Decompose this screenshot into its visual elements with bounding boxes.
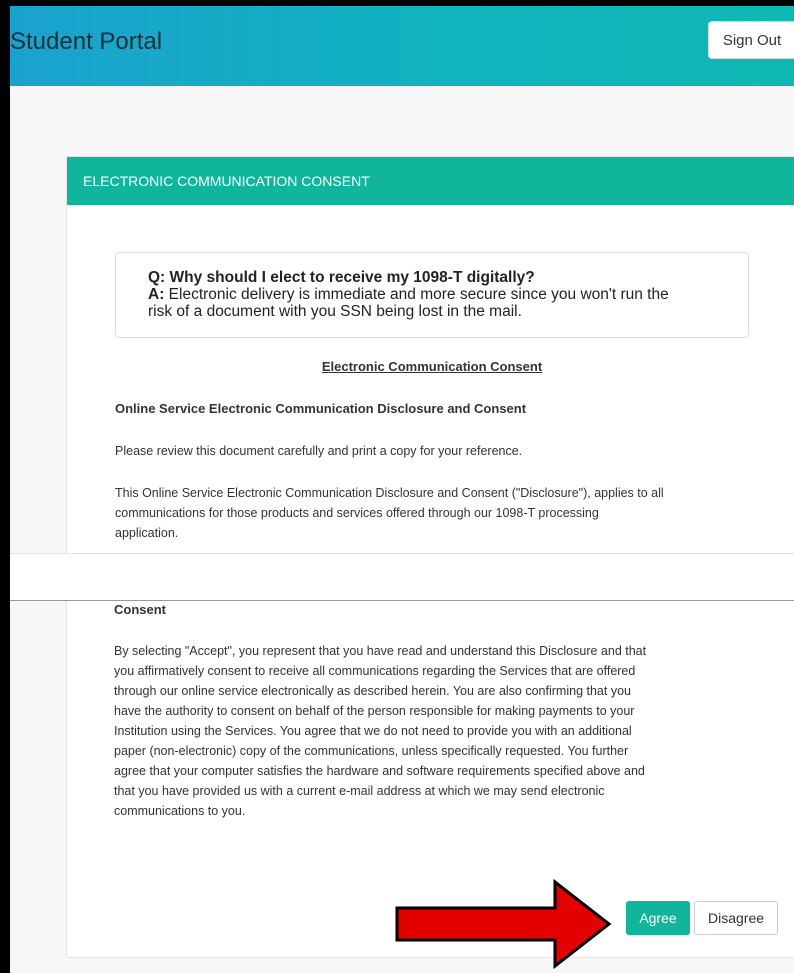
consent-line: that you have provided us with a current…: [114, 784, 605, 798]
question-label: Q:: [148, 269, 166, 286]
consent-line: By selecting "Accept", you represent tha…: [114, 644, 647, 658]
page: Student Portal Sign Out ELECTRONIC COMMU…: [10, 6, 794, 973]
sign-out-button[interactable]: Sign Out: [708, 21, 794, 59]
answer-label: A:: [148, 286, 165, 303]
disclosure-line: This Online Service Electronic Communica…: [115, 486, 664, 500]
consent-heading: Consent: [114, 602, 166, 617]
top-bar: Student Portal Sign Out: [10, 6, 794, 86]
review-instruction: Please review this document carefully an…: [115, 444, 523, 458]
faq-box: Q: Why should I elect to receive my 1098…: [115, 252, 749, 338]
document-title-link[interactable]: Electronic Communication Consent: [115, 359, 749, 374]
app-title: Student Portal: [10, 28, 163, 55]
screenshot-splice-divider: [10, 553, 794, 601]
question-text: Why should I elect to receive my 1098-T …: [169, 269, 535, 286]
consent-paragraph: By selecting "Accept", you represent tha…: [114, 641, 646, 821]
consent-line: have the authority to consent on behalf …: [114, 704, 635, 718]
card-heading: ELECTRONIC COMMUNICATION CONSENT: [67, 157, 794, 205]
answer-text-line2: risk of a document with you SSN being lo…: [148, 303, 522, 320]
red-arrow-icon: [395, 878, 612, 970]
consent-line: you affirmatively consent to receive all…: [114, 664, 636, 678]
faq-answer: A: Electronic delivery is immediate and …: [148, 286, 716, 303]
consent-line: communications to you.: [114, 804, 246, 818]
consent-line: through our online service electronicall…: [114, 684, 631, 698]
section-title: Online Service Electronic Communication …: [115, 401, 527, 416]
disagree-button[interactable]: Disagree: [694, 901, 778, 935]
disclosure-paragraph: This Online Service Electronic Communica…: [115, 483, 664, 543]
answer-text-line1: Electronic delivery is immediate and mor…: [168, 286, 669, 303]
disclosure-line: application.: [115, 526, 179, 540]
disclosure-line: communications for those products and se…: [115, 506, 599, 520]
consent-line: paper (non-electronic) copy of the commu…: [114, 744, 629, 758]
consent-line: agree that your computer satisfies the h…: [114, 764, 645, 778]
consent-line: Institution using the Services. You agre…: [114, 724, 632, 738]
faq-question: Q: Why should I elect to receive my 1098…: [148, 269, 716, 286]
agree-button[interactable]: Agree: [626, 901, 690, 935]
